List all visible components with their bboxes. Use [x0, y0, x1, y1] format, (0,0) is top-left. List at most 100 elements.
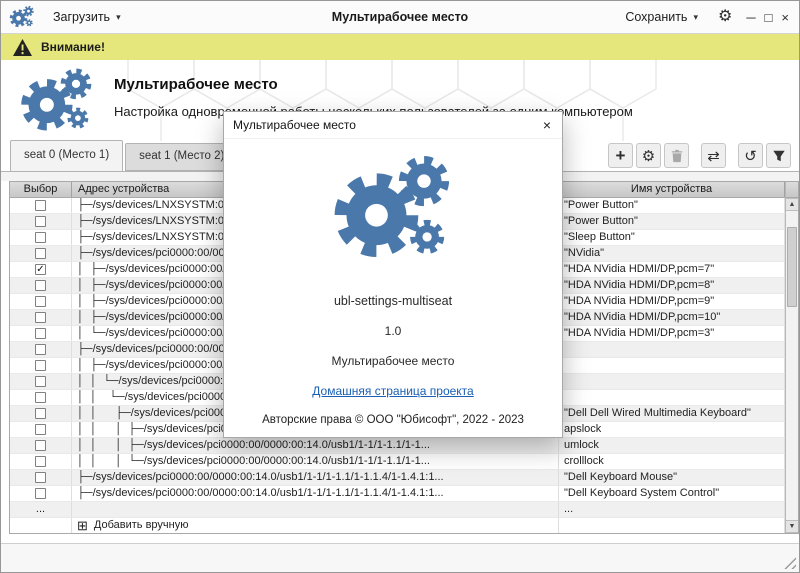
device-checkbox[interactable]: ✓ — [35, 264, 46, 275]
device-name: "Dell Dell Wired Multimedia Keyboard" — [559, 406, 785, 421]
device-checkbox[interactable] — [35, 392, 46, 403]
ellipsis-select: ... — [10, 502, 72, 517]
device-checkbox[interactable] — [35, 424, 46, 435]
device-checkbox[interactable] — [35, 456, 46, 467]
tab-seat-1[interactable]: seat 1 (Место 2) — [125, 143, 238, 171]
table-row[interactable]: ├─/sys/devices/pci0000:00/0000:00:14.0/u… — [10, 486, 785, 502]
chevron-down-icon: ▾ — [693, 12, 698, 23]
device-checkbox[interactable] — [35, 216, 46, 227]
undo-icon: ↺ — [744, 147, 757, 165]
device-path: ├─/sys/devices/pci0000:00/0000:00:14.0/u… — [72, 470, 559, 485]
table-row[interactable]: │ │ │ └─/sys/devices/pci0000:00/0000:00:… — [10, 454, 785, 470]
app-name: Мультирабочее место — [332, 354, 455, 368]
add-manually-label: Добавить вручную — [94, 518, 189, 533]
add-device-button[interactable]: + — [608, 143, 633, 168]
device-name: "Power Button" — [559, 198, 785, 213]
app-logo-icon — [9, 4, 35, 30]
device-checkbox[interactable] — [35, 200, 46, 211]
device-checkbox[interactable] — [35, 328, 46, 339]
device-name — [559, 342, 785, 357]
column-header-select[interactable]: Выбор — [10, 182, 72, 197]
table-row-ellipsis: ... ... — [10, 502, 785, 518]
device-path: │ │ │ ├─/sys/devices/pci0000:00/0000:00:… — [72, 438, 559, 453]
column-header-name[interactable]: Имя устройства — [559, 182, 785, 197]
scroll-down-button[interactable]: ▼ — [786, 520, 798, 533]
save-button-label: Сохранить — [625, 10, 687, 24]
warning-banner: Внимание! — [1, 34, 799, 60]
device-name: "NVidia" — [559, 246, 785, 261]
app-id: ubl-settings-multiseat — [334, 294, 452, 308]
device-name — [559, 390, 785, 405]
add-manually-row[interactable]: ⊞ Добавить вручную — [10, 518, 785, 533]
device-path: ├─/sys/devices/pci0000:00/0000:00:14.0/u… — [72, 486, 559, 501]
undo-button[interactable]: ↺ — [738, 143, 763, 168]
about-logo-icon — [331, 147, 455, 276]
minimize-button[interactable]: ─ — [746, 11, 755, 24]
device-checkbox[interactable] — [35, 296, 46, 307]
device-checkbox[interactable] — [35, 488, 46, 499]
device-checkbox[interactable] — [35, 248, 46, 259]
app-window: Загрузить ▾ Мультирабочее место Сохранит… — [0, 0, 800, 573]
app-version: 1.0 — [385, 324, 402, 338]
warning-text: Внимание! — [41, 40, 105, 54]
ellipsis-path — [72, 502, 559, 517]
homepage-link[interactable]: Домашняя страница проекта — [312, 384, 473, 398]
table-row[interactable]: │ │ │ ├─/sys/devices/pci0000:00/0000:00:… — [10, 438, 785, 454]
device-checkbox[interactable] — [35, 280, 46, 291]
device-checkbox[interactable] — [35, 440, 46, 451]
device-name: "Dell Keyboard System Control" — [559, 486, 785, 501]
header-logo-icon — [19, 63, 95, 141]
dialog-close-button[interactable]: × — [541, 118, 553, 132]
device-checkbox[interactable] — [35, 360, 46, 371]
load-button[interactable]: Загрузить ▾ — [47, 6, 127, 28]
plus-icon: + — [616, 147, 626, 164]
maximize-button[interactable]: □ — [765, 11, 773, 24]
chevron-down-icon: ▾ — [116, 12, 121, 23]
about-dialog: Мультирабочее место × ubl-settings-multi… — [223, 111, 563, 438]
device-checkbox[interactable] — [35, 472, 46, 483]
device-path: │ │ │ └─/sys/devices/pci0000:00/0000:00:… — [72, 454, 559, 469]
device-name: umlock — [559, 438, 785, 453]
device-name: "HDA NVidia HDMI/DP,pcm=8" — [559, 278, 785, 293]
warning-icon — [13, 39, 32, 56]
close-button[interactable]: × — [781, 11, 789, 24]
scrollbar-thumb[interactable] — [787, 227, 797, 307]
device-toolbar: + ⚙ ⇄ ↺ — [605, 143, 791, 168]
device-name — [559, 374, 785, 389]
table-row[interactable]: ├─/sys/devices/pci0000:00/0000:00:14.0/u… — [10, 470, 785, 486]
device-checkbox[interactable] — [35, 344, 46, 355]
device-name: "Power Button" — [559, 214, 785, 229]
scrollbar-track[interactable] — [786, 211, 798, 520]
device-checkbox[interactable] — [35, 232, 46, 243]
device-settings-button[interactable]: ⚙ — [636, 143, 661, 168]
device-name: apslock — [559, 422, 785, 437]
swap-seats-button[interactable]: ⇄ — [701, 143, 726, 168]
scroll-up-button[interactable]: ▲ — [786, 198, 798, 211]
device-checkbox[interactable] — [35, 376, 46, 387]
device-name: "Dell Keyboard Mouse" — [559, 470, 785, 485]
filter-funnel-icon — [772, 149, 786, 163]
scrollbar-corner — [786, 182, 798, 198]
status-bar — [1, 543, 799, 572]
device-name: "Sleep Button" — [559, 230, 785, 245]
swap-arrows-icon: ⇄ — [707, 147, 720, 165]
settings-gear-icon[interactable]: ⚙ — [718, 9, 732, 25]
device-checkbox[interactable] — [35, 312, 46, 323]
filter-button[interactable] — [766, 143, 791, 168]
device-name: "HDA NVidia HDMI/DP,pcm=7" — [559, 262, 785, 277]
device-checkbox[interactable] — [35, 408, 46, 419]
vertical-scrollbar[interactable]: ▲ ▼ — [785, 182, 798, 533]
trash-icon — [670, 149, 684, 163]
add-box-icon: ⊞ — [77, 519, 88, 532]
copyright-text: Авторские права © ООО "Юбисофт", 2022 - … — [262, 414, 524, 426]
save-button[interactable]: Сохранить ▾ — [619, 6, 704, 28]
dialog-title: Мультирабочее место — [233, 118, 541, 132]
delete-device-button[interactable] — [664, 143, 689, 168]
tab-seat-0[interactable]: seat 0 (Место 1) — [10, 140, 123, 172]
titlebar: Загрузить ▾ Мультирабочее место Сохранит… — [1, 1, 799, 34]
resize-grip[interactable] — [783, 556, 796, 569]
load-button-label: Загрузить — [53, 10, 110, 24]
device-name: "HDA NVidia HDMI/DP,pcm=9" — [559, 294, 785, 309]
device-name: "HDA NVidia HDMI/DP,pcm=3" — [559, 326, 785, 341]
device-name: "HDA NVidia HDMI/DP,pcm=10" — [559, 310, 785, 325]
